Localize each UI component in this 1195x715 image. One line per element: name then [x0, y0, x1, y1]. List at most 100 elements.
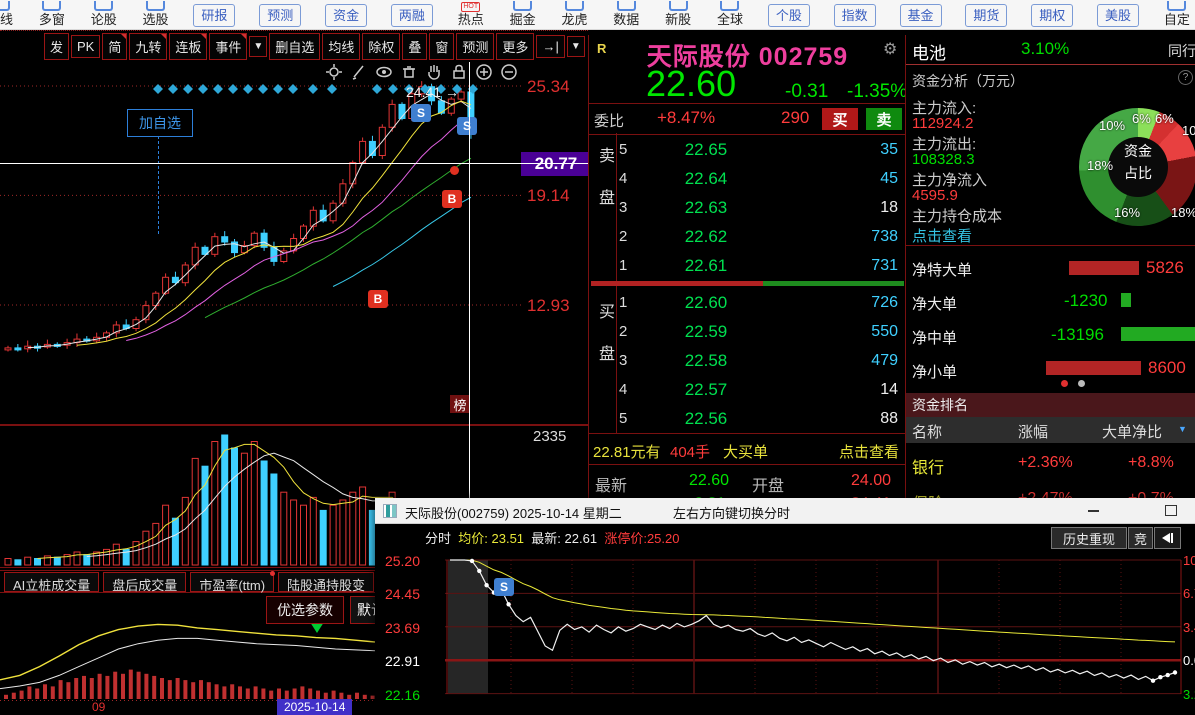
toolbar-item-forum[interactable]: 论股 [90, 1, 118, 26]
forecast-button[interactable]: 预测 [456, 33, 495, 60]
toolbar-item-dragon-tiger[interactable]: 龙虎 [560, 1, 588, 26]
remove-watchlist-button[interactable]: 删自选 [269, 33, 321, 60]
help-icon[interactable]: ? [1178, 70, 1193, 85]
toolbar-label: 个股 [775, 8, 802, 23]
open-value: 24.00 [851, 472, 892, 489]
y-axis-right-label: 6.7 [1183, 586, 1195, 601]
toolbar-item-margin[interactable]: 两融 [390, 4, 433, 27]
sell-button[interactable]: 卖 [866, 108, 902, 130]
toolbar-item-us-stocks[interactable]: 美股 [1097, 4, 1140, 27]
history-replay-button[interactable]: 历史重现 [1051, 527, 1127, 549]
bid-row[interactable]: 3 22.58 479 [619, 346, 902, 375]
col-name[interactable]: 名称 [912, 421, 942, 442]
col-big-order-ratio[interactable]: 大单净比 [1102, 421, 1162, 442]
toolbar-label: 全球 [716, 12, 743, 27]
window-button[interactable]: 窗 [429, 33, 455, 60]
page-dot-active[interactable] [1061, 380, 1068, 387]
toolbar-item-funds[interactable]: 资金 [325, 4, 368, 27]
pencil-icon[interactable] [350, 63, 368, 81]
toolbar-label: 龙虎 [561, 12, 588, 27]
sort-icon: ▼ [1178, 424, 1187, 434]
limit-streak-button[interactable]: 连板 [169, 33, 208, 60]
events-button[interactable]: 事件 [209, 33, 248, 60]
skip-forward-icon[interactable]: →| [536, 35, 565, 58]
add-watchlist-button[interactable]: 加自选 [127, 109, 193, 137]
close-button[interactable]: ✕ [1187, 498, 1195, 523]
bid-row[interactable]: 4 22.57 14 [619, 375, 902, 404]
tab-pe-ttm[interactable]: 市盈率(ttm) [190, 571, 276, 593]
trash-icon[interactable] [400, 63, 418, 81]
sector-header: 电池 3.10% 同行 [906, 35, 1195, 65]
toolbar-item-global[interactable]: 全球 [716, 1, 744, 26]
toolbar-dropdown-icon[interactable]: ▼ [566, 36, 585, 57]
ask-row[interactable]: 3 22.63 18 [619, 193, 902, 222]
maximize-button[interactable] [1153, 498, 1189, 523]
toolbar-item-ipo[interactable]: 新股 [664, 1, 692, 26]
auction-button[interactable]: 竞 [1128, 527, 1153, 549]
tab-afterhours-volume[interactable]: 盘后成交量 [103, 572, 187, 593]
intraday-chart[interactable] [375, 524, 1195, 715]
y-axis-right-label: 3.2 [1183, 687, 1195, 702]
toolbar-item-drawline[interactable]: 画线 [0, 1, 14, 26]
zoom-in-icon[interactable] [475, 63, 493, 81]
toolbar-item-custom[interactable]: 自定 [1163, 1, 1191, 26]
ma-button[interactable]: 均线 [322, 33, 361, 60]
toolbar-item-stocks[interactable]: 个股 [767, 4, 810, 27]
rank-row[interactable]: 保险 +2.47% +0.7% [906, 485, 1195, 498]
ask-row[interactable]: 2 22.62 738 [619, 222, 902, 251]
preferred-params-button[interactable]: 优选参数 [266, 596, 344, 624]
publish-button[interactable]: 发 [44, 33, 70, 60]
view-details-link[interactable]: 点击查看 [912, 225, 972, 246]
minimize-button[interactable] [1075, 498, 1111, 523]
hand-icon[interactable] [425, 63, 443, 81]
sector-name[interactable]: 电池 [912, 39, 946, 64]
toolbar-item-hotspot[interactable]: HOT 热点 [457, 2, 485, 26]
lock-icon[interactable] [450, 63, 468, 81]
more-button[interactable]: 更多 [496, 33, 535, 60]
events-dropdown-icon[interactable]: ▼ [249, 36, 268, 57]
gear-icon[interactable]: ⚙ [883, 39, 897, 59]
view-link[interactable]: 点击查看 [839, 441, 899, 462]
price-change-pct: -1.35% [847, 81, 906, 102]
simple-button[interactable]: 简 [102, 33, 128, 60]
fund-analysis-panel: 电池 3.10% 同行 资金分析（万元） ? 主力流入: 112924.2 主力… [905, 35, 1195, 498]
bid-row[interactable]: 2 22.59 550 [619, 317, 902, 346]
toolbar-item-goldmine[interactable]: 掘金 [509, 1, 537, 26]
bid-row[interactable]: 1 22.60 726 [619, 288, 902, 317]
kline-chart[interactable] [0, 62, 588, 425]
price-change: -0.31 [785, 81, 829, 102]
toolbar-item-data[interactable]: 数据 [612, 1, 640, 26]
overlay-button[interactable]: 叠 [402, 33, 428, 60]
buy-button[interactable]: 买 [822, 108, 858, 130]
toolbar-item-options[interactable]: 期权 [1031, 4, 1074, 27]
eye-icon[interactable] [375, 63, 393, 81]
toolbar-item-screener[interactable]: 选股 [142, 1, 170, 26]
tab-northbound-holdings[interactable]: 陆股通持股变 [278, 572, 375, 593]
skip-to-start-icon[interactable] [1154, 527, 1181, 549]
zoom-out-icon[interactable] [500, 63, 518, 81]
toolbar-item-index[interactable]: 指数 [833, 4, 876, 27]
big-order-alert[interactable]: 22.81元有 404手 大买单 点击查看 [589, 436, 906, 465]
toolbar-item-futures[interactable]: 期货 [965, 4, 1008, 27]
toolbar-item-research[interactable]: 研报 [193, 4, 236, 27]
gear-icon[interactable] [325, 63, 343, 81]
pk-button[interactable]: PK [71, 35, 101, 58]
toolbar-item-forecast[interactable]: 预测 [259, 4, 302, 27]
bid-row[interactable]: 5 22.56 88 [619, 404, 902, 433]
ask-row[interactable]: 4 22.64 45 [619, 164, 902, 193]
exright-button[interactable]: 除权 [362, 33, 401, 60]
buy-signal-badge: B [442, 190, 462, 208]
peer-link[interactable]: 同行 [1168, 41, 1195, 61]
rank-list-badge[interactable]: 榜 [450, 395, 470, 413]
popup-titlebar[interactable]: 天际股份(002759) 2025-10-14 星期二 左右方向键切换分时 ✕ [375, 498, 1195, 524]
toolbar-item-fund[interactable]: 基金 [899, 4, 942, 27]
tab-ai-volume[interactable]: AI立桩成交量 [4, 572, 100, 593]
page-dot[interactable] [1078, 380, 1085, 387]
nine-turn-button[interactable]: 九转 [129, 33, 168, 60]
ask-row[interactable]: 5 22.65 35 [619, 135, 902, 164]
peak-price-callout: 24.41 → [406, 84, 459, 100]
toolbar-item-multiwindow[interactable]: 多窗 [38, 1, 66, 26]
col-change[interactable]: 涨幅 [1018, 421, 1048, 442]
rank-row[interactable]: 银行 +2.36% +8.8% [906, 449, 1195, 479]
ask-row[interactable]: 1 22.61 731 [619, 251, 902, 280]
